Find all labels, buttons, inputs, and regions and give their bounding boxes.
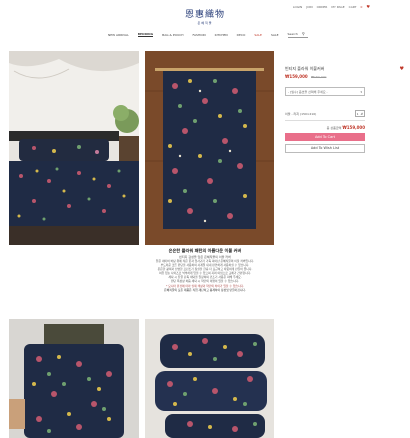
total-value: ₩159,000 [342, 125, 365, 130]
option-select[interactable]: - [필수] 옵션을 선택해 주세요 - ▾ [285, 87, 365, 96]
nav-sale[interactable]: SALE [254, 33, 262, 37]
nav-fashion[interactable]: FASHION [193, 33, 206, 37]
nav-bedding[interactable]: BEDDING [137, 32, 154, 37]
cart-link[interactable]: CART [349, 5, 357, 9]
product-info: 빈티지 플라워 이불커버 ₩159,000 ₩180,000 - [필수] 옵션… [285, 66, 365, 153]
nav-kitchen[interactable]: KITCHEN [215, 33, 228, 37]
main-nav: NEW ARRIVAL BEDDING BAG & POUCH FASHION … [108, 31, 308, 38]
total-price-row: 총 상품금액 ₩159,000 [285, 125, 365, 130]
heart-icon[interactable]: ♥ [366, 4, 370, 9]
product-description: 은은한 플라워 패턴의 아름다운 이불 커버 빈티지 감성을 담은 은혜직물의 … [70, 248, 340, 292]
selected-option-label: 이불 - 라지 (150×210) [285, 111, 317, 116]
add-to-wishlist-button[interactable]: Add To Wish List [285, 144, 365, 153]
total-label: 총 상품금액 [326, 126, 342, 130]
stepper-arrows-icon[interactable]: ⇵ [359, 112, 364, 116]
selected-option-row: 이불 - 라지 (150×210) 1 ⇵ [285, 110, 365, 121]
mypage-link[interactable]: MY PAGE [331, 5, 344, 9]
cart-count-badge: 0 [360, 4, 363, 9]
chevron-down-icon: ▾ [360, 89, 362, 94]
nav-deco[interactable]: DECO [237, 33, 246, 37]
product-price: ₩159,000 ₩180,000 [285, 74, 365, 79]
product-photo-detail-held[interactable] [9, 319, 139, 438]
search-input[interactable]: Search [288, 32, 298, 36]
nav-bag-pouch[interactable]: BAG & POUCH [162, 33, 183, 37]
original-price: ₩180,000 [311, 75, 327, 79]
magnifier-icon[interactable]: ⚲ [302, 31, 305, 36]
nav-new-arrival[interactable]: NEW ARRIVAL [108, 33, 129, 37]
quantity-stepper[interactable]: 1 ⇵ [354, 110, 365, 117]
logo-subtitle: 은혜직물 [197, 21, 213, 25]
site-logo[interactable]: 恩惠織物 은혜직물 [0, 10, 410, 26]
heart-icon[interactable]: ♥ [400, 66, 404, 72]
product-name: 빈티지 플라워 이불커버 [285, 66, 325, 71]
join-link[interactable]: JOIN [306, 5, 312, 9]
product-photo-bedroom[interactable] [9, 51, 139, 245]
description-title: 은은한 플라워 패턴의 아름다운 이불 커버 [168, 248, 242, 253]
option-select-placeholder: - [필수] 옵션을 선택해 주세요 - [288, 89, 328, 94]
login-link[interactable]: LOGIN [293, 5, 302, 9]
product-photo-detail-stack[interactable] [145, 319, 274, 438]
description-note: 은혜직물의 모든 제품은 직접 재단하고 봉제하여 정성껏 만들어집니다. [164, 287, 246, 292]
product-photo-hanging[interactable] [145, 51, 274, 245]
order-link[interactable]: ORDER [317, 5, 328, 9]
search-box[interactable]: Search ⚲ [287, 31, 308, 38]
nav-sale-2[interactable]: SALE [271, 33, 279, 37]
sale-price: ₩159,000 [285, 74, 308, 79]
add-to-cart-button[interactable]: Add To Cart [285, 133, 365, 141]
logo-title: 恩惠織物 [184, 10, 225, 20]
utility-bar: LOGIN JOIN ORDER MY PAGE CART 0 ♥ [293, 4, 370, 9]
